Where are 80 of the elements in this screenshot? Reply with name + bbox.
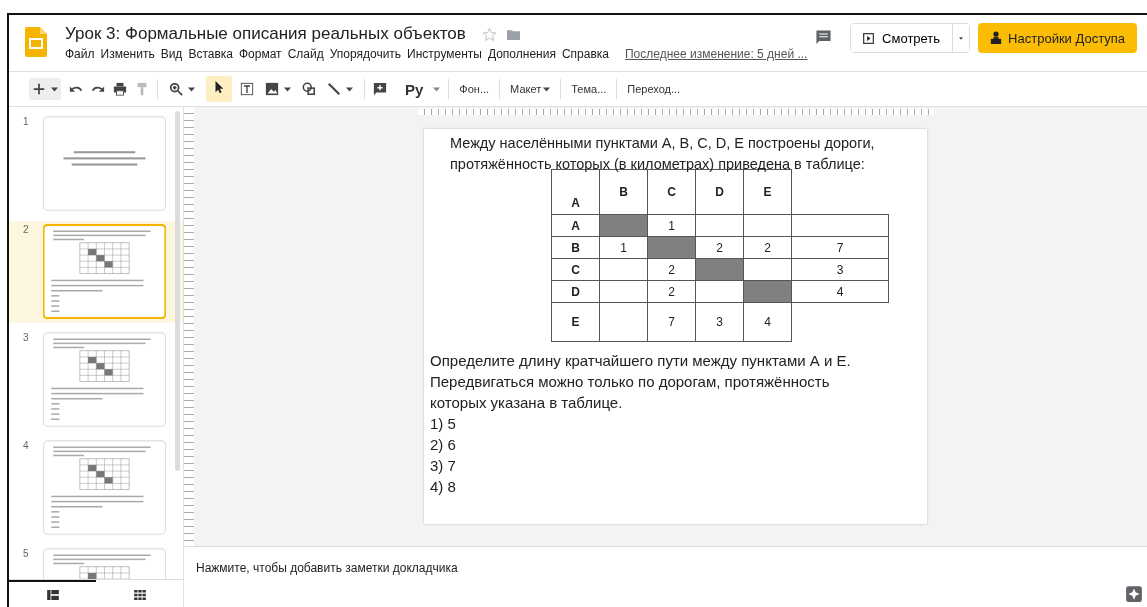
slide-thumbnail-item[interactable]: 4 <box>9 437 183 539</box>
grid-icon <box>133 589 146 600</box>
menu-item[interactable]: Вид <box>160 47 183 61</box>
table-cell: 1 <box>599 236 648 259</box>
table-cell: 2 <box>743 236 792 259</box>
toolbar-button[interactable]: Тема... <box>569 83 609 95</box>
image-icon <box>265 82 279 96</box>
menu-item[interactable]: Вставка <box>188 47 233 61</box>
slide-thumbnail-item[interactable]: 5 <box>9 545 183 579</box>
table-cell: 4 <box>791 280 889 303</box>
menu-item[interactable]: Формат <box>239 47 282 61</box>
last-edit-link[interactable]: Последнее изменение: 5 дней ... <box>625 47 808 61</box>
answer-option: 1) 5 <box>430 413 456 434</box>
caret-icon <box>346 86 353 92</box>
plus-icon <box>32 82 46 96</box>
answer-option: 3) 7 <box>430 455 456 476</box>
slide-number: 5 <box>23 548 30 561</box>
toolbar-button[interactable]: Переход... <box>625 83 683 95</box>
document-title[interactable]: Урок 3: Формальные описания реальных объектов <box>65 24 466 44</box>
row-label-cell: C <box>551 258 600 281</box>
table-cell: 2 <box>647 258 696 281</box>
table-cell: 7 <box>647 302 696 342</box>
slide-thumbnail-item[interactable]: 3 <box>9 329 183 431</box>
menu-item[interactable]: Файл <box>65 47 95 61</box>
toolbar-button[interactable]: Фон... <box>457 83 492 95</box>
comment-icon[interactable] <box>815 29 833 46</box>
caret-icon <box>959 35 964 41</box>
present-button[interactable]: Смотреть <box>851 24 954 52</box>
play-icon <box>863 32 875 44</box>
line-icon <box>327 82 341 96</box>
table-cell: 2 <box>647 280 696 303</box>
scrollbar[interactable] <box>175 111 180 471</box>
toolbar-button[interactable]: Макет <box>508 83 553 95</box>
add-comment-icon[interactable] <box>373 82 387 96</box>
table-cell: 4 <box>743 302 792 342</box>
caret-icon <box>543 86 551 92</box>
row-label-cell: B <box>551 236 600 259</box>
input-tools-button[interactable]: Ру <box>403 80 426 98</box>
new-slide-button[interactable] <box>29 78 61 100</box>
row-label-cell: D <box>551 280 600 303</box>
table-cell: 3 <box>791 258 889 281</box>
star-icon[interactable] <box>481 26 497 42</box>
select-tool-button[interactable] <box>206 76 232 102</box>
slide-thumbnail-item[interactable]: 2 <box>9 221 183 323</box>
menu-item[interactable]: Справка <box>561 47 609 61</box>
question-text: Передвигаться можно только по дорогам, протяжённость <box>430 372 830 392</box>
menu-item[interactable]: Изменить <box>100 47 155 61</box>
slide-number: 1 <box>23 116 30 129</box>
table-cell: 3 <box>695 302 744 342</box>
caret-icon <box>188 86 195 92</box>
answer-option: 2) 6 <box>430 434 456 455</box>
explore-icon[interactable] <box>1125 585 1143 603</box>
caret-icon <box>284 86 291 92</box>
share-button[interactable]: Настройки Доступа <box>978 23 1137 53</box>
slide-number: 2 <box>23 224 30 237</box>
menu-item[interactable]: Упорядочить <box>329 47 402 61</box>
answer-option: 4) 8 <box>430 476 456 497</box>
slide-thumbnail-item[interactable]: 1 <box>9 113 183 215</box>
menu-item[interactable]: Слайд <box>287 47 324 61</box>
slide-number: 4 <box>23 440 30 453</box>
slide-number: 3 <box>23 332 30 345</box>
menu-item[interactable]: Дополнения <box>487 47 556 61</box>
filmstrip-icon <box>46 589 59 600</box>
print-icon[interactable] <box>113 82 127 96</box>
question-text: Определите длину кратчайшего пути между пунктами А и Е. <box>430 351 851 371</box>
caret-icon[interactable] <box>433 86 441 92</box>
table-cell: 1 <box>647 214 696 237</box>
caret-icon <box>51 86 58 92</box>
speaker-notes-field[interactable]: Нажмите, чтобы добавить заметки докладчика <box>184 547 1147 607</box>
shape-icon[interactable] <box>302 82 316 96</box>
question-text: которых указана в таблице. <box>430 393 623 413</box>
zoom-icon <box>169 82 183 96</box>
person-icon <box>990 31 1003 45</box>
row-label-cell: E <box>551 302 600 342</box>
menu-item[interactable]: Инструменты <box>407 47 482 61</box>
table-cell: 7 <box>791 236 889 259</box>
row-label-cell: A <box>551 214 600 237</box>
text-box-icon[interactable] <box>240 82 254 96</box>
table-cell: 2 <box>695 236 744 259</box>
folder-icon[interactable] <box>506 28 520 40</box>
